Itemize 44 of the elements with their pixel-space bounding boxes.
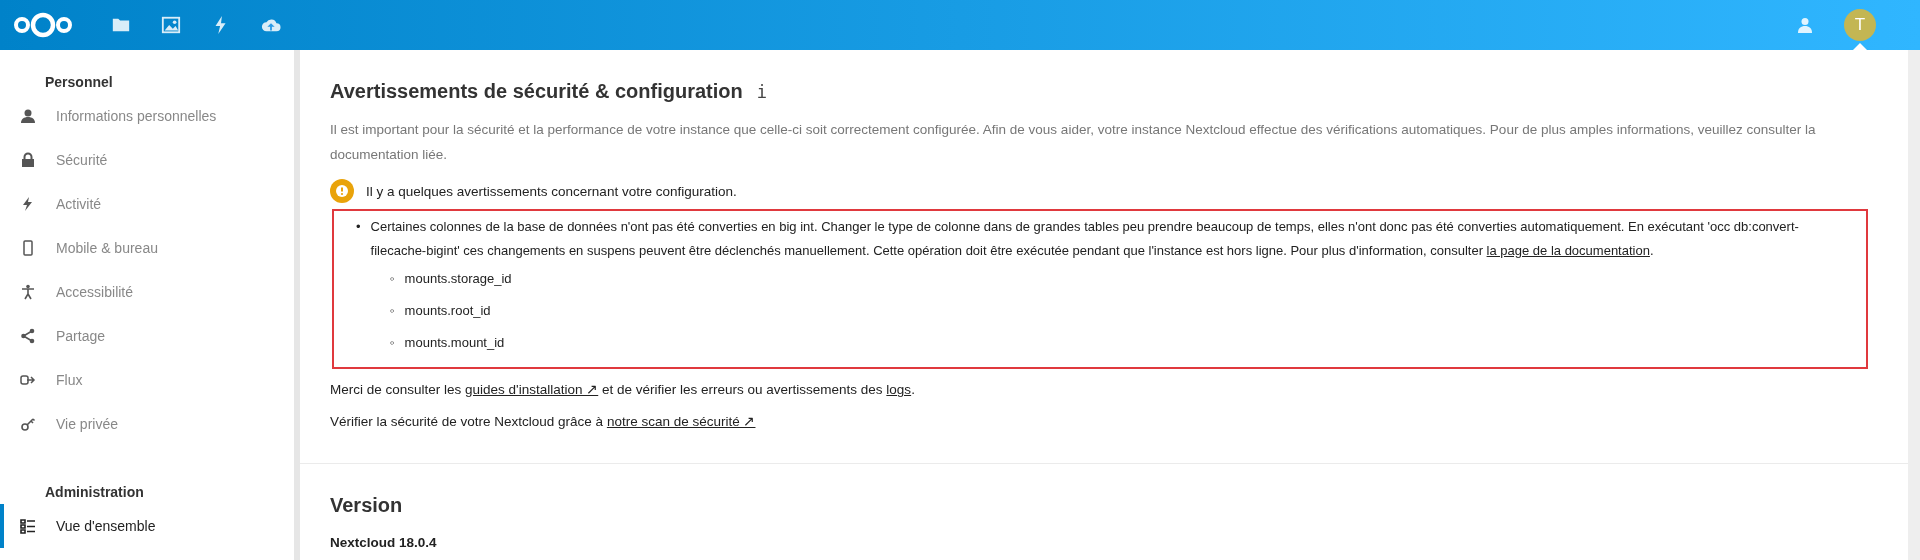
section-heading: Personnel bbox=[44, 73, 114, 92]
user-avatar[interactable]: T bbox=[1844, 9, 1876, 41]
intro-text: Il est important pour la sécurité et la performance de votre instance que celle-ci soit correctement configurée. Afin de vous aider, votre instance Nextcloud effectue des vérifications automatiques. Pour de plus amples informations, veuillez consulter la documentation liée. bbox=[330, 121, 1817, 164]
section-title: Avertissements de sécurité & configuration bbox=[330, 80, 743, 103]
sidebar-item[interactable]: Informations personnelles bbox=[0, 94, 294, 138]
warning-icon bbox=[330, 179, 354, 203]
sidebar-item[interactable]: Vue d'ensemble bbox=[0, 504, 294, 548]
column-name: mounts.root_id bbox=[404, 302, 491, 320]
help-text: Merci de consulter les guides d'installation ↗ et de vérifier les erreurs ou avertissements des logs. bbox=[330, 382, 915, 397]
sidebar-item[interactable]: Flux bbox=[0, 358, 294, 402]
bullet: ◦ bbox=[390, 334, 395, 352]
flow-icon bbox=[20, 372, 36, 388]
version-text: Nextcloud 18.0.4 bbox=[330, 535, 438, 550]
bullet: ◦ bbox=[390, 302, 395, 320]
bullet: ◦ bbox=[390, 270, 395, 288]
bullet: • bbox=[356, 218, 361, 236]
column-name: mounts.mount_id bbox=[404, 334, 505, 352]
sidebar-item[interactable]: Mobile & bureau bbox=[0, 226, 294, 270]
text-link[interactable]: notre scan de sécurité ↗ bbox=[606, 414, 756, 429]
share-icon bbox=[20, 328, 36, 344]
menu-pointer-icon bbox=[1853, 43, 1867, 50]
column-name: mounts.storage_id bbox=[404, 270, 512, 288]
user-icon bbox=[20, 108, 36, 124]
phone-icon bbox=[20, 240, 36, 256]
sidebar-item[interactable]: Activité bbox=[0, 182, 294, 226]
list-icon bbox=[20, 518, 36, 534]
sidebar-item[interactable]: Accessibilité bbox=[0, 270, 294, 314]
sidebar-item[interactable]: Sécurité bbox=[0, 138, 294, 182]
logo-icon[interactable] bbox=[12, 12, 74, 38]
sidebar-item[interactable]: Vie privée bbox=[0, 402, 294, 446]
contacts-icon[interactable] bbox=[1796, 17, 1814, 33]
text-link[interactable]: la page de la documentation bbox=[1486, 243, 1650, 258]
warning-summary: Il y a quelques avertissements concernant votre configuration. bbox=[366, 183, 737, 199]
section-heading: Administration bbox=[44, 483, 145, 502]
help-text: Vérifier la sécurité de votre Nextcloud grâce à notre scan de sécurité ↗ bbox=[330, 414, 756, 429]
section-title: Version bbox=[330, 494, 404, 517]
accessibility-icon bbox=[20, 284, 36, 300]
image-icon[interactable] bbox=[161, 15, 181, 35]
text-link[interactable]: guides d'installation ↗ bbox=[465, 382, 599, 397]
info-link[interactable]: i bbox=[756, 81, 767, 102]
warning-text: Certaines colonnes de la base de données n'ont pas été converties en big int. Changer le type de colonne dans de grandes tables peu prendre beaucoup de temps, elles n'ont donc pas été converties automatiquement. En exécutant 'occ db:convert-filecache-bigint' ces changements en suspens peuvent être déclenchés manuellement. Cette opération doit être exécutée pendant que l'instance est hors ligne. Pour plus d'information, consulter la page de la documentation. bbox=[370, 218, 1800, 260]
key-icon bbox=[20, 416, 36, 432]
lock-icon bbox=[20, 152, 36, 168]
sidebar-item[interactable]: Partage bbox=[0, 314, 294, 358]
